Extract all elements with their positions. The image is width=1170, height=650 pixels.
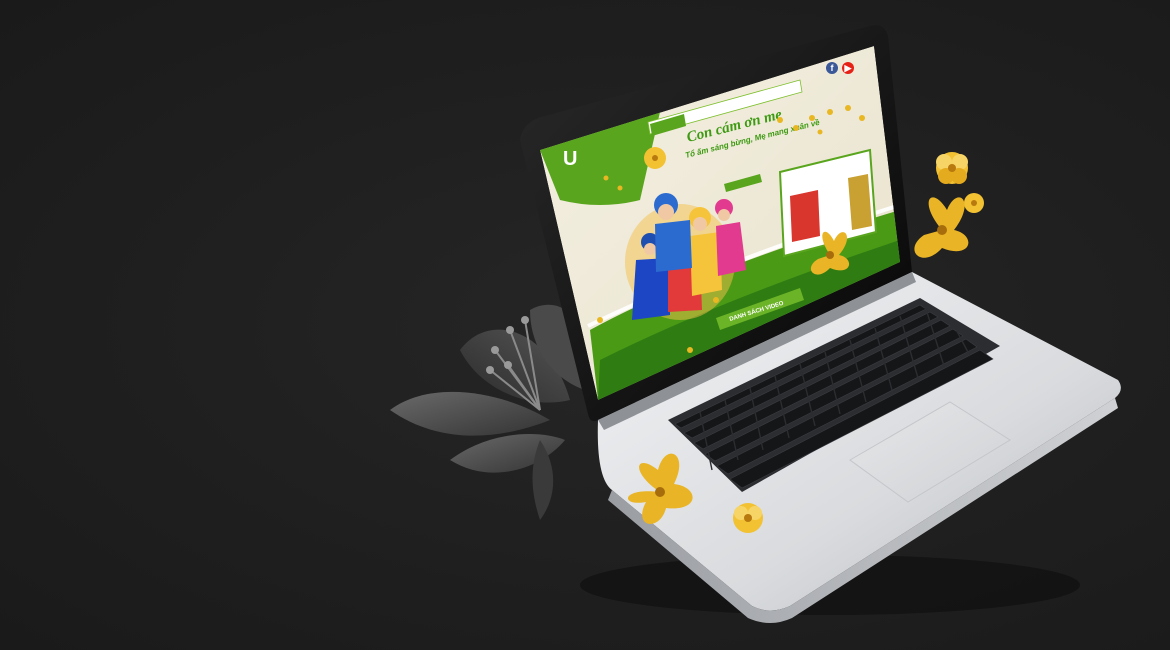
product-mockup-stage: Con cám ơn mẹ Tổ ấm sáng bừng, Mẹ mang x…	[0, 0, 1170, 650]
laptop-illustration: Con cám ơn mẹ Tổ ấm sáng bừng, Mẹ mang x…	[520, 25, 1121, 623]
social-links: f ▶	[826, 62, 854, 74]
unilever-logo-icon: U	[563, 148, 577, 170]
facebook-icon[interactable]: f	[826, 62, 838, 74]
youtube-icon[interactable]: ▶	[842, 62, 854, 74]
